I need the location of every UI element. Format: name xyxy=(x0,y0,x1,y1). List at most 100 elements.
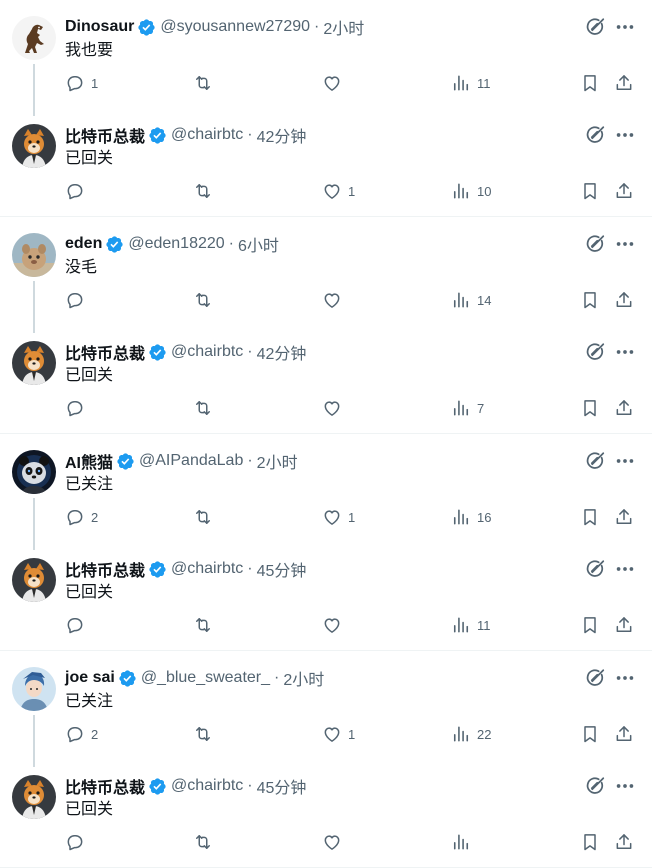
display-name[interactable]: 比特币总裁 xyxy=(65,123,145,147)
views-button[interactable]: 10 xyxy=(451,180,491,202)
dinosaur-avatar[interactable] xyxy=(12,16,56,60)
like-button[interactable]: 1 xyxy=(322,506,355,528)
reply-tweet[interactable]: 比特币总裁 @chairbtc · 42分钟 已回关 7 xyxy=(0,325,652,433)
reply-button[interactable] xyxy=(65,614,91,636)
timestamp[interactable]: 2小时 xyxy=(257,449,298,473)
share-button[interactable] xyxy=(614,397,634,419)
grok-icon[interactable] xyxy=(584,233,606,255)
views-button[interactable]: 7 xyxy=(451,397,484,419)
retweet-button[interactable] xyxy=(193,723,219,745)
views-button[interactable]: 22 xyxy=(451,723,491,745)
bookmark-button[interactable] xyxy=(580,614,600,636)
timestamp[interactable]: 45分钟 xyxy=(257,557,307,581)
reply-button[interactable] xyxy=(65,831,91,853)
reply-button[interactable] xyxy=(65,180,91,202)
more-options-icon[interactable] xyxy=(614,341,636,363)
grok-icon[interactable] xyxy=(584,450,606,472)
user-handle[interactable]: @_blue_sweater_ xyxy=(141,669,270,687)
user-handle[interactable]: @syousannew27290 xyxy=(160,18,310,36)
reply-button[interactable]: 2 xyxy=(65,723,98,745)
grok-icon[interactable] xyxy=(584,341,606,363)
user-handle[interactable]: @chairbtc xyxy=(171,777,243,795)
reply-button[interactable] xyxy=(65,397,91,419)
grok-icon[interactable] xyxy=(584,124,606,146)
grok-icon[interactable] xyxy=(584,16,606,38)
tweet[interactable]: eden @eden18220 · 6小时 没毛 14 xyxy=(0,217,652,333)
bookmark-button[interactable] xyxy=(580,506,600,528)
share-button[interactable] xyxy=(614,180,634,202)
reply-button[interactable]: 1 xyxy=(65,72,98,94)
timestamp[interactable]: 42分钟 xyxy=(257,123,307,147)
tweet[interactable]: Dinosaur @syousannew27290 · 2小时 我也要 1 11 xyxy=(0,0,652,116)
tweet[interactable]: AI熊猫 @AIPandaLab · 2小时 已关注 2 1 16 xyxy=(0,434,652,550)
timestamp[interactable]: 45分钟 xyxy=(257,774,307,798)
grok-icon[interactable] xyxy=(584,558,606,580)
like-button[interactable]: 1 xyxy=(322,180,355,202)
views-button[interactable]: 16 xyxy=(451,506,491,528)
reply-tweet[interactable]: 比特币总裁 @chairbtc · 45分钟 已回关 xyxy=(0,542,652,650)
user-handle[interactable]: @chairbtc xyxy=(171,560,243,578)
views-button[interactable]: 14 xyxy=(451,289,491,311)
shiba-avatar[interactable] xyxy=(12,124,56,168)
grok-icon[interactable] xyxy=(584,775,606,797)
share-button[interactable] xyxy=(614,723,634,745)
bookmark-button[interactable] xyxy=(580,723,600,745)
panda-avatar[interactable] xyxy=(12,450,56,494)
more-options-icon[interactable] xyxy=(614,775,636,797)
retweet-button[interactable] xyxy=(193,180,219,202)
views-button[interactable]: 11 xyxy=(451,614,491,636)
views-button[interactable] xyxy=(451,831,477,853)
more-options-icon[interactable] xyxy=(614,124,636,146)
share-button[interactable] xyxy=(614,72,634,94)
display-name[interactable]: 比特币总裁 xyxy=(65,774,145,798)
tweet[interactable]: joe sai @_blue_sweater_ · 2小时 已关注 2 1 22 xyxy=(0,651,652,767)
display-name[interactable]: 比特币总裁 xyxy=(65,557,145,581)
bookmark-button[interactable] xyxy=(580,397,600,419)
user-handle[interactable]: @eden18220 xyxy=(128,235,224,253)
bookmark-button[interactable] xyxy=(580,831,600,853)
retweet-button[interactable] xyxy=(193,614,219,636)
grok-icon[interactable] xyxy=(584,667,606,689)
like-button[interactable] xyxy=(322,831,348,853)
like-button[interactable] xyxy=(322,289,348,311)
retweet-button[interactable] xyxy=(193,831,219,853)
retweet-button[interactable] xyxy=(193,289,219,311)
like-button[interactable] xyxy=(322,397,348,419)
display-name[interactable]: joe sai xyxy=(65,669,115,687)
bookmark-button[interactable] xyxy=(580,289,600,311)
share-button[interactable] xyxy=(614,831,634,853)
views-button[interactable]: 11 xyxy=(451,72,491,94)
reply-tweet[interactable]: 比特币总裁 @chairbtc · 42分钟 已回关 1 10 xyxy=(0,108,652,216)
share-button[interactable] xyxy=(614,289,634,311)
display-name[interactable]: AI熊猫 xyxy=(65,449,113,473)
retweet-button[interactable] xyxy=(193,506,219,528)
reply-button[interactable]: 2 xyxy=(65,506,98,528)
like-button[interactable] xyxy=(322,614,348,636)
more-options-icon[interactable] xyxy=(614,450,636,472)
pet-avatar[interactable] xyxy=(12,233,56,277)
timestamp[interactable]: 42分钟 xyxy=(257,340,307,364)
timestamp[interactable]: 6小时 xyxy=(238,232,279,256)
shiba-avatar[interactable] xyxy=(12,558,56,602)
anime-avatar[interactable] xyxy=(12,667,56,711)
like-button[interactable]: 1 xyxy=(322,723,355,745)
user-handle[interactable]: @chairbtc xyxy=(171,126,243,144)
like-button[interactable] xyxy=(322,72,348,94)
more-options-icon[interactable] xyxy=(614,16,636,38)
shiba-avatar[interactable] xyxy=(12,341,56,385)
shiba-avatar[interactable] xyxy=(12,775,56,819)
reply-button[interactable] xyxy=(65,289,91,311)
more-options-icon[interactable] xyxy=(614,233,636,255)
share-button[interactable] xyxy=(614,614,634,636)
bookmark-button[interactable] xyxy=(580,180,600,202)
user-handle[interactable]: @AIPandaLab xyxy=(139,452,243,470)
user-handle[interactable]: @chairbtc xyxy=(171,343,243,361)
reply-tweet[interactable]: 比特币总裁 @chairbtc · 45分钟 已回关 xyxy=(0,759,652,867)
bookmark-button[interactable] xyxy=(580,72,600,94)
display-name[interactable]: eden xyxy=(65,235,102,253)
more-options-icon[interactable] xyxy=(614,558,636,580)
timestamp[interactable]: 2小时 xyxy=(283,666,324,690)
display-name[interactable]: Dinosaur xyxy=(65,18,134,36)
retweet-button[interactable] xyxy=(193,72,219,94)
more-options-icon[interactable] xyxy=(614,667,636,689)
